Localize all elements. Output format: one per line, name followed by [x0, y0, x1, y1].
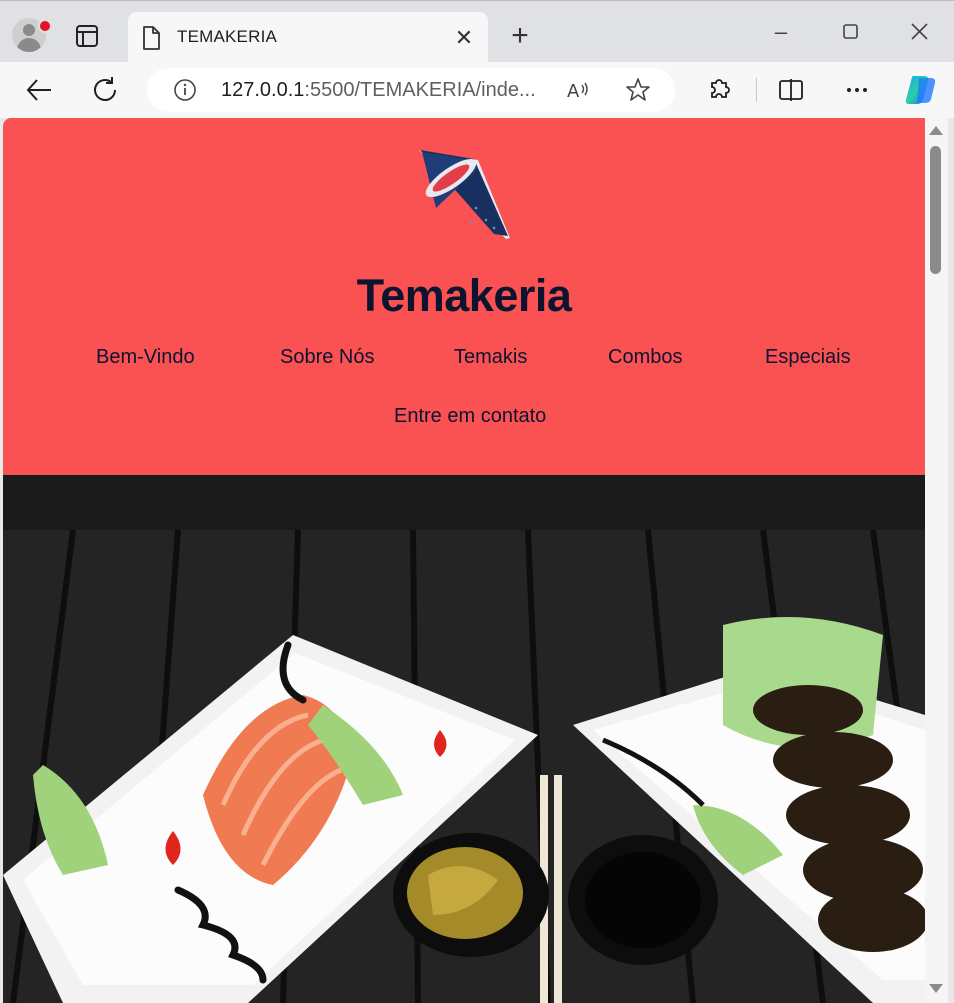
page-scrollbar[interactable]	[925, 118, 948, 1003]
close-window-icon[interactable]	[905, 17, 935, 47]
maximize-icon[interactable]	[836, 17, 866, 47]
extensions-icon[interactable]	[703, 74, 735, 106]
scroll-down-arrow-icon[interactable]	[929, 984, 943, 993]
site-title: Temakeria	[356, 270, 572, 321]
scroll-thumb[interactable]	[930, 146, 941, 274]
nav-link-especiais[interactable]: Especiais	[765, 346, 851, 369]
tab-bar: TEMAKERIA ✕ + –	[0, 0, 954, 63]
page-icon	[143, 26, 160, 50]
nav-link-contato[interactable]: Entre em contato	[394, 405, 546, 428]
profile-body-shape	[17, 38, 41, 52]
toolbar-separator	[756, 78, 757, 102]
plus-icon[interactable]: +	[506, 21, 534, 51]
nav-link-combos[interactable]: Combos	[608, 346, 682, 369]
site-header: Temakeria Bem-Vindo Sobre Nós Temakis Co…	[3, 118, 925, 475]
tab-title: TEMAKERIA	[177, 27, 278, 46]
split-screen-icon[interactable]	[775, 74, 807, 106]
url-path: :5500/TEMAKERIA/inde...	[304, 79, 536, 101]
back-icon[interactable]	[23, 74, 55, 106]
info-icon[interactable]	[173, 78, 197, 102]
refresh-icon[interactable]	[89, 74, 121, 106]
svg-text:A: A	[567, 81, 580, 102]
profile-head-shape	[23, 24, 35, 36]
close-icon[interactable]: ✕	[452, 26, 476, 50]
more-icon[interactable]	[841, 74, 873, 106]
url-host: 127.0.0.1	[221, 79, 305, 101]
nav-link-sobre-nos[interactable]: Sobre Nós	[280, 346, 375, 369]
copilot-icon[interactable]	[903, 72, 939, 108]
page-viewport: Temakeria Bem-Vindo Sobre Nós Temakis Co…	[3, 118, 925, 1003]
address-bar: 127.0.0.1:5500/TEMAKERIA/inde... A	[0, 62, 954, 118]
nav-link-bem-vindo[interactable]: Bem-Vindo	[96, 346, 195, 369]
minimize-icon[interactable]: –	[766, 17, 796, 47]
scroll-up-arrow-icon[interactable]	[929, 126, 943, 135]
browser-tab[interactable]: TEMAKERIA ✕	[128, 12, 488, 63]
favorite-star-icon[interactable]	[625, 77, 651, 103]
read-aloud-icon[interactable]: A	[565, 77, 591, 103]
notification-dot	[38, 19, 52, 33]
logo-temaki-icon[interactable]	[416, 148, 512, 240]
hero-sushi-image	[3, 475, 925, 1003]
workspaces-icon[interactable]	[74, 23, 100, 49]
nav-link-temakis[interactable]: Temakis	[454, 346, 527, 369]
url-field[interactable]: 127.0.0.1:5500/TEMAKERIA/inde... A	[147, 68, 675, 112]
url-text: 127.0.0.1:5500/TEMAKERIA/inde...	[221, 79, 536, 102]
